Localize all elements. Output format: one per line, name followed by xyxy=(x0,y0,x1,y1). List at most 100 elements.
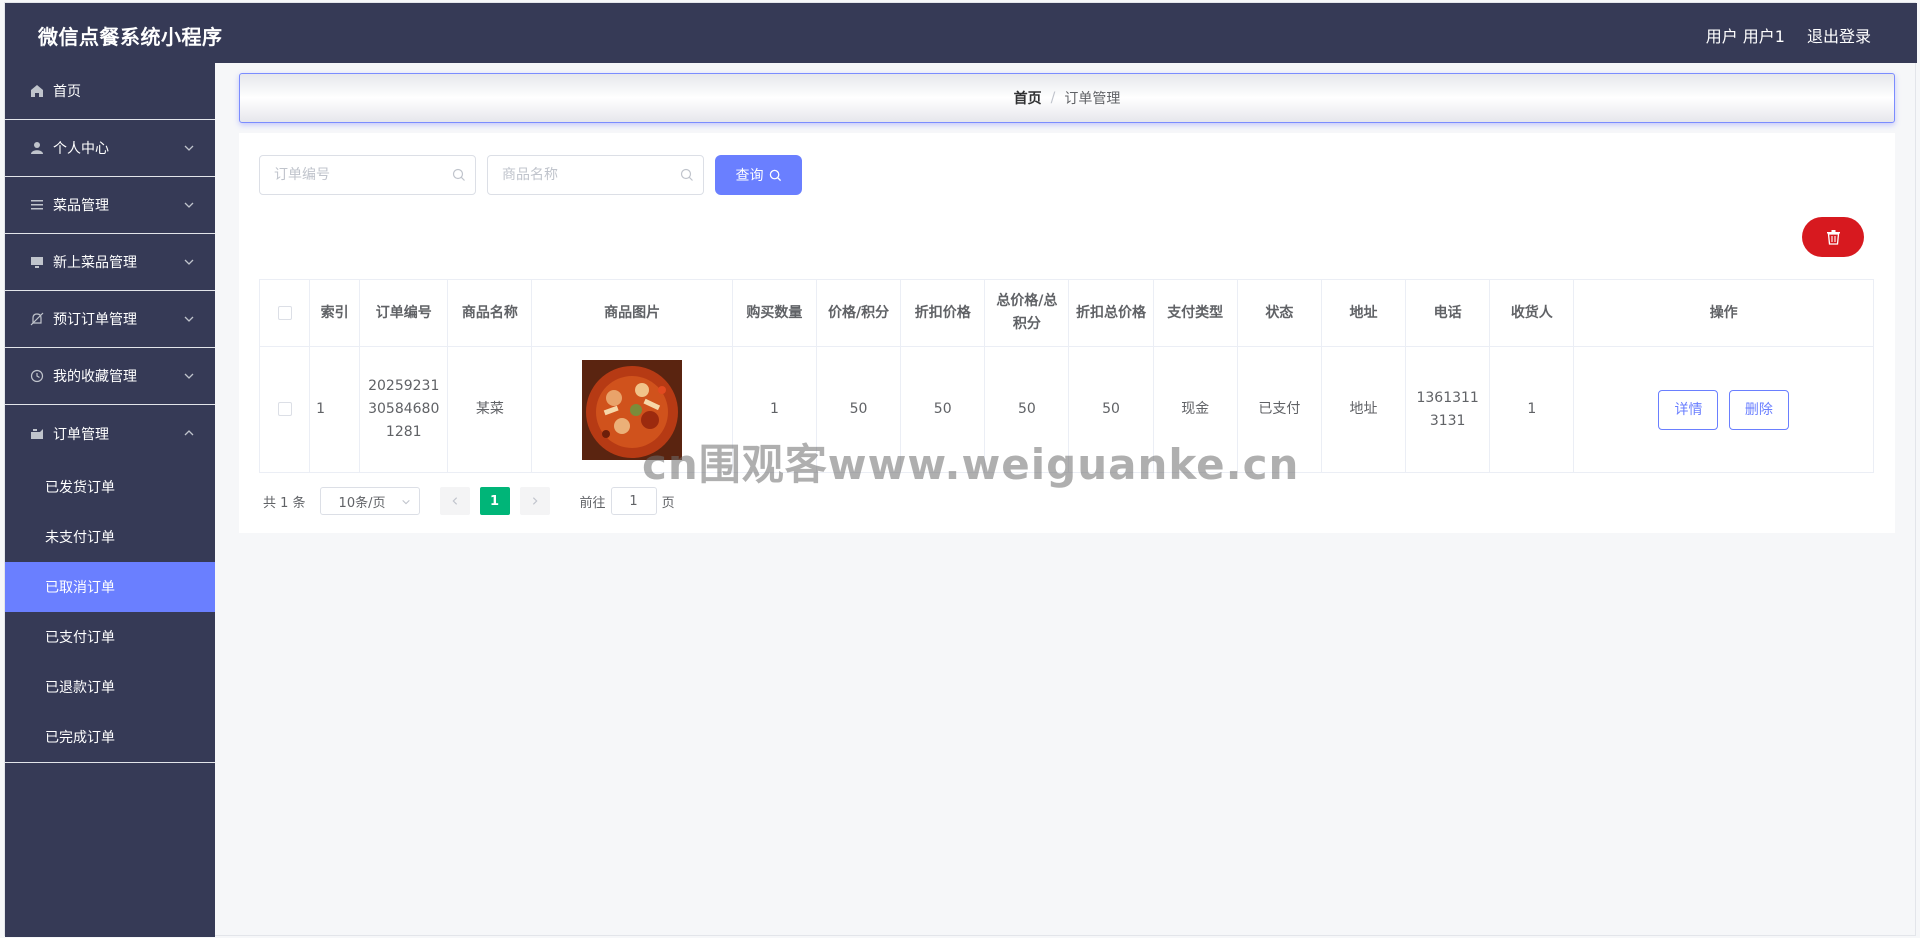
cell-receiver: 1 xyxy=(1489,346,1575,473)
header-pay-type: 支付类型 xyxy=(1152,279,1238,347)
sidebar-item-label: 个人中心 xyxy=(53,141,109,157)
orders-submenu: 已发货订单 未支付订单 已取消订单 已支付订单 已退款订单 已完成订单 xyxy=(5,462,215,763)
chevron-down-icon xyxy=(184,202,194,208)
detail-button[interactable]: 详情 xyxy=(1658,389,1719,430)
sidebar-sub-paid[interactable]: 已支付订单 xyxy=(5,612,215,662)
user-icon xyxy=(29,140,45,156)
cell-status: 已支付 xyxy=(1236,346,1322,473)
cell-discount-price: 50 xyxy=(900,346,986,473)
header-product: 商品名称 xyxy=(447,279,533,347)
bulk-delete-button[interactable] xyxy=(1802,217,1864,257)
sidebar-item-label: 订单管理 xyxy=(53,426,109,443)
breadcrumb-home[interactable]: 首页 xyxy=(1014,88,1042,108)
sidebar-sub-refunded[interactable]: 已退款订单 xyxy=(5,662,215,712)
sidebar-sub-unpaid[interactable]: 未支付订单 xyxy=(5,512,215,562)
cell-pay-type: 现金 xyxy=(1152,346,1238,473)
sidebar-sub-shipped[interactable]: 已发货订单 xyxy=(5,462,215,512)
header-receiver: 收货人 xyxy=(1489,279,1575,347)
sidebar-sub-completed[interactable]: 已完成订单 xyxy=(5,712,215,762)
breadcrumb: 首页 / 订单管理 xyxy=(239,73,1895,123)
sidebar-item-label: 首页 xyxy=(53,84,81,100)
cell-product: 某菜 xyxy=(447,346,533,473)
page-size-select[interactable]: 10条/页 xyxy=(319,487,420,515)
header-qty: 购买数量 xyxy=(731,279,817,347)
sidebar-item-label: 菜品管理 xyxy=(53,198,109,214)
header-discount-price: 折扣价格 xyxy=(900,279,986,347)
app-frame: 微信点餐系统小程序 用户 用户1 退出登录 首页 个人中心 菜品管理 新上菜品管… xyxy=(4,2,1917,937)
delete-button[interactable]: 删除 xyxy=(1728,389,1789,430)
breadcrumb-current: 订单管理 xyxy=(1064,91,1121,107)
cell-actions: 详情 删除 xyxy=(1573,346,1874,473)
sidebar-item-home[interactable]: 首页 xyxy=(5,63,215,120)
home-icon xyxy=(29,83,45,99)
chevron-down-icon xyxy=(184,316,194,322)
row-checkbox[interactable] xyxy=(277,402,292,416)
sidebar-item-label: 预订订单管理 xyxy=(53,312,137,328)
chevron-right-icon xyxy=(532,497,538,505)
clock-icon xyxy=(29,368,45,384)
sidebar-item-reservations[interactable]: 预订订单管理 xyxy=(5,291,215,348)
select-all-cell xyxy=(258,279,311,347)
logout-link[interactable]: 退出登录 xyxy=(1807,23,1871,47)
top-bar: 微信点餐系统小程序 用户 用户1 退出登录 xyxy=(5,3,1917,63)
pagination: 共 1 条 10条/页 1 前往 页 xyxy=(263,487,675,515)
sidebar-item-favorites[interactable]: 我的收藏管理 xyxy=(5,348,215,405)
main-content: 首页 / 订单管理 查询 xyxy=(215,63,1917,937)
header-actions: 操作 xyxy=(1573,279,1874,347)
chevron-left-icon xyxy=(452,497,457,505)
cell-phone: 13613113131 xyxy=(1405,346,1491,473)
order-number-input[interactable] xyxy=(259,155,476,195)
bell-off-icon xyxy=(29,311,45,327)
goto-page-input[interactable] xyxy=(610,487,657,515)
page-unit-label: 页 xyxy=(661,495,675,511)
cell-qty: 1 xyxy=(731,346,817,473)
table-row: 1 2025923130584680 1281 某菜 1 50 50 50 50… xyxy=(258,346,1874,473)
cell-price: 50 xyxy=(815,346,902,473)
pagination-total: 共 1 条 xyxy=(263,495,306,511)
chevron-down-icon xyxy=(401,499,410,505)
sidebar-item-profile[interactable]: 个人中心 xyxy=(5,120,215,177)
query-button-label: 查询 xyxy=(735,168,764,184)
next-page-button[interactable] xyxy=(519,487,550,515)
trash-icon xyxy=(1826,230,1840,245)
search-icon xyxy=(452,168,465,181)
sidebar-item-new-dishes[interactable]: 新上菜品管理 xyxy=(5,234,215,291)
cell-order-no: 2025923130584680 1281 xyxy=(359,346,449,473)
product-name-input[interactable] xyxy=(487,155,704,195)
cell-discount-total: 50 xyxy=(1068,346,1154,473)
header-total: 总价格/总积分 xyxy=(984,279,1070,347)
header-index: 索引 xyxy=(309,279,361,347)
cell-total: 50 xyxy=(984,346,1070,473)
sidebar-item-orders[interactable]: 订单管理 xyxy=(5,405,215,462)
app-title: 微信点餐系统小程序 xyxy=(38,25,223,49)
search-icon xyxy=(680,168,693,181)
header-order-no: 订单编号 xyxy=(359,279,449,347)
sidebar-sub-cancelled[interactable]: 已取消订单 xyxy=(5,562,215,612)
sidebar-item-label: 新上菜品管理 xyxy=(53,255,137,271)
query-button[interactable]: 查询 xyxy=(715,155,802,195)
cell-index: 1 xyxy=(309,346,361,473)
monitor-icon xyxy=(29,254,45,270)
page-size-value: 10条/页 xyxy=(338,495,386,511)
select-all-checkbox[interactable] xyxy=(277,305,292,320)
page-number-current[interactable]: 1 xyxy=(479,487,510,515)
search-icon xyxy=(769,169,781,181)
header-status: 状态 xyxy=(1236,279,1322,347)
sidebar: 首页 个人中心 菜品管理 新上菜品管理 预订订单管理 我的收藏管理 订单管理 已… xyxy=(5,63,215,937)
header-price: 价格/积分 xyxy=(815,279,902,347)
sidebar-item-label: 我的收藏管理 xyxy=(53,369,137,385)
header-phone: 电话 xyxy=(1405,279,1491,347)
table-header-row: 索引 订单编号 商品名称 商品图片 购买数量 价格/积分 折扣价格 总价格/总积… xyxy=(258,279,1874,347)
food-image xyxy=(582,359,683,460)
goto-label: 前往 xyxy=(579,495,606,511)
chevron-down-icon xyxy=(184,259,194,265)
header-image: 商品图片 xyxy=(531,279,733,347)
megaphone-icon xyxy=(29,426,45,442)
chevron-down-icon xyxy=(184,145,194,151)
cell-address: 地址 xyxy=(1320,346,1407,473)
header-address: 地址 xyxy=(1320,279,1407,347)
sidebar-item-dishes[interactable]: 菜品管理 xyxy=(5,177,215,234)
row-select-cell xyxy=(258,346,311,473)
prev-page-button[interactable] xyxy=(439,487,470,515)
cell-image xyxy=(531,346,733,473)
